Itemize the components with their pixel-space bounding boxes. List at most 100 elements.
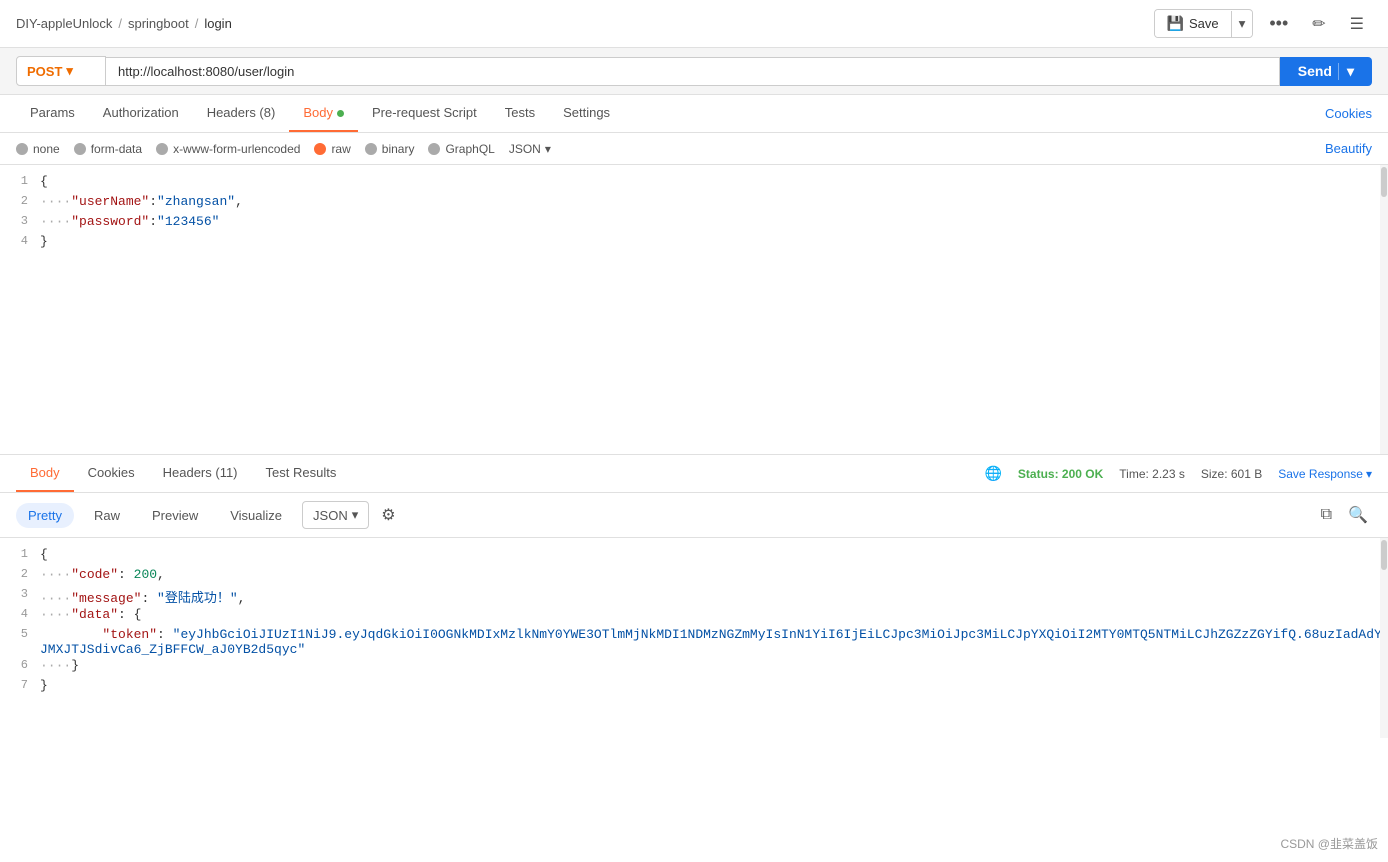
fmt-raw[interactable]: Raw [82, 503, 132, 528]
resp-line-num-6: 6 [0, 657, 40, 672]
save-button-group: 💾 Save ▾ [1154, 9, 1254, 38]
search-button[interactable]: 🔍 [1344, 501, 1372, 529]
radio-urlencoded[interactable]: x-www-form-urlencoded [156, 142, 300, 156]
cookies-link[interactable]: Cookies [1325, 96, 1372, 131]
globe-icon: 🌐 [984, 465, 1001, 482]
code-line-2: 2 ····"userName":"zhangsan", [0, 193, 1388, 213]
response-time: Time: 2.23 s [1119, 467, 1185, 481]
method-select[interactable]: POST ▾ [16, 56, 106, 86]
url-bar: POST ▾ Send ▾ [0, 48, 1388, 95]
line-content-2[interactable]: ····"userName":"zhangsan", [40, 193, 1388, 209]
tab-body[interactable]: Body [289, 95, 358, 132]
method-label: POST [27, 64, 62, 79]
fmt-pretty[interactable]: Pretty [16, 503, 74, 528]
breadcrumb-sep1: / [118, 16, 122, 31]
fmt-visualize[interactable]: Visualize [218, 503, 294, 528]
resp-scrollbar[interactable] [1380, 538, 1388, 738]
save-caret-button[interactable]: ▾ [1231, 11, 1253, 37]
resp-line-6: 6 ····} [0, 657, 1388, 677]
tab-pre-request[interactable]: Pre-request Script [358, 95, 491, 132]
response-json-label: JSON [313, 508, 348, 523]
save-response-button[interactable]: Save Response ▾ [1278, 467, 1372, 481]
resp-line-num-4: 4 [0, 606, 40, 621]
radio-raw-dot [314, 143, 326, 155]
resp-line-num-7: 7 [0, 677, 40, 692]
radio-none-label: none [33, 142, 60, 156]
radio-none-dot [16, 143, 28, 155]
send-button[interactable]: Send ▾ [1280, 57, 1372, 86]
search-icon: 🔍 [1348, 507, 1368, 524]
breadcrumb-part1[interactable]: DIY-appleUnlock [16, 16, 112, 31]
beautify-button[interactable]: Beautify [1325, 141, 1372, 156]
response-right-buttons: ⧉ 🔍 [1317, 501, 1372, 529]
tab-headers[interactable]: Headers (8) [193, 95, 290, 132]
send-label: Send [1298, 63, 1332, 79]
resp-tab-body[interactable]: Body [16, 455, 74, 492]
resp-content-7[interactable]: } [40, 677, 1388, 693]
resp-content-5[interactable]: "token": "eyJhbGciOiJIUzI1NiJ9.eyJqdGkiO… [40, 626, 1388, 657]
save-label: Save [1189, 16, 1219, 31]
radio-raw-label: raw [331, 142, 350, 156]
resp-content-1[interactable]: { [40, 546, 1388, 562]
tab-settings[interactable]: Settings [549, 95, 624, 132]
tab-tests[interactable]: Tests [491, 95, 549, 132]
resp-content-4[interactable]: ····"data": { [40, 606, 1388, 622]
body-type-row: none form-data x-www-form-urlencoded raw… [0, 133, 1388, 165]
line-content-4[interactable]: } [40, 233, 1388, 249]
line-num-3: 3 [0, 213, 40, 228]
resp-line-num-2: 2 [0, 566, 40, 581]
url-input[interactable] [106, 57, 1280, 86]
breadcrumb-part2[interactable]: springboot [128, 16, 189, 31]
code-line-1: 1 { [0, 173, 1388, 193]
resp-line-2: 2 ····"code": 200, [0, 566, 1388, 586]
save-button[interactable]: 💾 Save [1155, 10, 1231, 37]
resp-content-3[interactable]: ····"message": "登陆成功！", [40, 586, 1388, 606]
resp-content-2[interactable]: ····"code": 200, [40, 566, 1388, 582]
radio-none[interactable]: none [16, 142, 60, 156]
top-bar-actions: 💾 Save ▾ ••• ✏ ☰ [1154, 9, 1372, 39]
radio-raw[interactable]: raw [314, 142, 350, 156]
fmt-preview[interactable]: Preview [140, 503, 210, 528]
radio-graphql-label: GraphQL [445, 142, 494, 156]
more-button[interactable]: ••• [1261, 9, 1296, 38]
body-active-dot [337, 110, 344, 117]
line-content-1[interactable]: { [40, 173, 1388, 189]
resp-line-num-3: 3 [0, 586, 40, 601]
comment-button[interactable]: ☰ [1342, 9, 1372, 39]
edit-button[interactable]: ✏ [1304, 9, 1333, 39]
radio-form-data[interactable]: form-data [74, 142, 142, 156]
line-num-4: 4 [0, 233, 40, 248]
copy-button[interactable]: ⧉ [1317, 502, 1336, 528]
radio-graphql[interactable]: GraphQL [428, 142, 494, 156]
radio-form-data-dot [74, 143, 86, 155]
code-line-3: 3 ····"password":"123456" [0, 213, 1388, 233]
comment-icon: ☰ [1350, 16, 1364, 33]
breadcrumb-part3[interactable]: login [204, 16, 231, 31]
save-response-caret: ▾ [1366, 467, 1372, 481]
radio-binary[interactable]: binary [365, 142, 415, 156]
radio-graphql-dot [428, 143, 440, 155]
response-status-bar: 🌐 Status: 200 OK Time: 2.23 s Size: 601 … [984, 465, 1372, 482]
filter-icon: ⚙ [381, 507, 395, 524]
save-icon: 💾 [1167, 15, 1184, 32]
line-content-3[interactable]: ····"password":"123456" [40, 213, 1388, 229]
tab-params[interactable]: Params [16, 95, 89, 132]
resp-line-5: 5 "token": "eyJhbGciOiJIUzI1NiJ9.eyJqdGk… [0, 626, 1388, 657]
resp-tab-headers[interactable]: Headers (11) [149, 455, 252, 492]
resp-content-6[interactable]: ····} [40, 657, 1388, 673]
line-num-2: 2 [0, 193, 40, 208]
radio-binary-dot [365, 143, 377, 155]
resp-tab-test-results[interactable]: Test Results [252, 455, 351, 492]
json-dropdown[interactable]: JSON ▾ [509, 142, 551, 156]
response-format-row: Pretty Raw Preview Visualize JSON ▾ ⚙ ⧉ … [0, 493, 1388, 538]
tab-authorization[interactable]: Authorization [89, 95, 193, 132]
response-json-dropdown[interactable]: JSON ▾ [302, 501, 369, 529]
resp-tab-cookies[interactable]: Cookies [74, 455, 149, 492]
watermark: CSDN @韭菜盖饭 [1280, 835, 1378, 852]
code-scrollbar[interactable] [1380, 165, 1388, 454]
request-tabs-row: Params Authorization Headers (8) Body Pr… [0, 95, 1388, 133]
request-code-editor: 1 { 2 ····"userName":"zhangsan", 3 ····"… [0, 165, 1388, 455]
status-ok: Status: 200 OK [1018, 467, 1103, 481]
radio-urlencoded-dot [156, 143, 168, 155]
filter-icon-button[interactable]: ⚙ [377, 501, 399, 529]
